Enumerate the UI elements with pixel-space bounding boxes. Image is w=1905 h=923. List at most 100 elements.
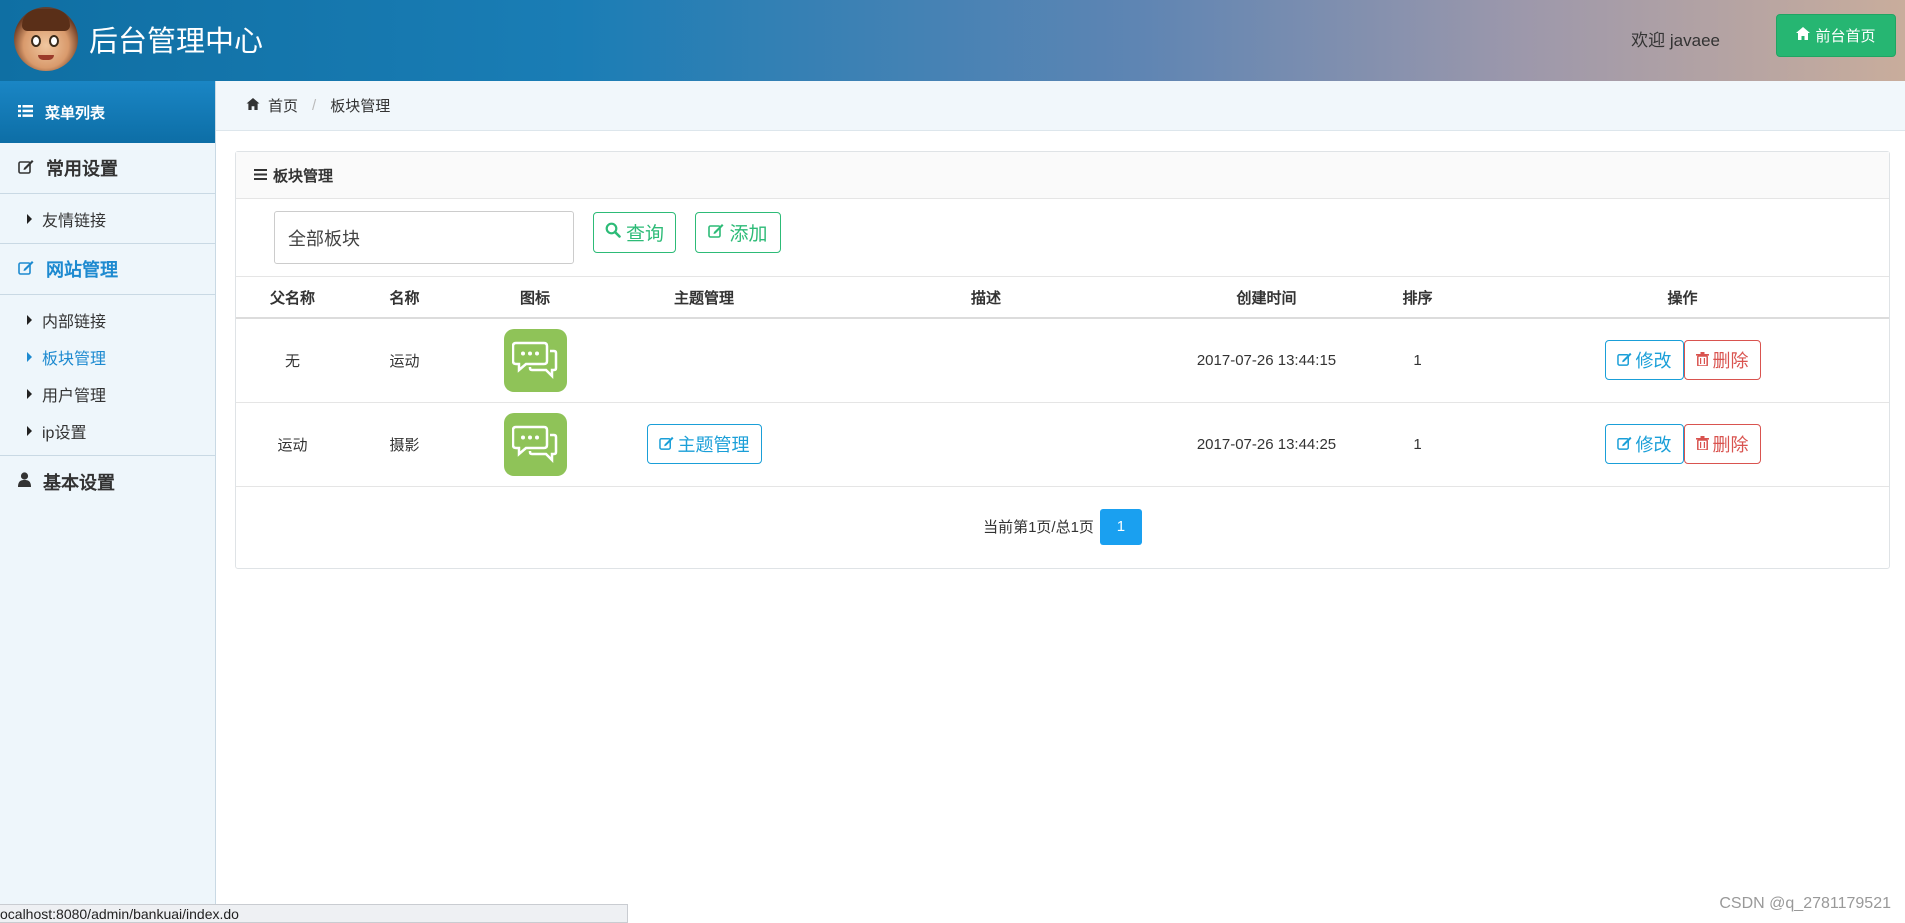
edit-icon [18, 259, 34, 280]
sidebar-item-friend-links[interactable]: 友情链接 [0, 200, 215, 237]
breadcrumb: 首页 / 板块管理 [216, 81, 1905, 131]
sidebar-group-label: 常用设置 [46, 159, 118, 179]
cell-parent: 运动 [236, 402, 349, 487]
delete-button-label: 删除 [1712, 351, 1749, 372]
caret-right-icon [27, 213, 32, 224]
watermark: CSDN @q_2781179521 [1719, 895, 1891, 912]
topic-management-button[interactable]: 主题管理 [646, 424, 762, 464]
panel-title: 板块管理 [273, 167, 334, 185]
cell-parent: 无 [236, 318, 349, 403]
breadcrumb-separator: / [312, 97, 317, 114]
caret-right-icon [27, 425, 32, 436]
breadcrumb-current: 板块管理 [330, 98, 391, 115]
caret-right-icon [27, 351, 32, 362]
app-title: 后台管理中心 [89, 26, 264, 58]
browser-status-url: ocalhost:8080/admin/bankuai/index.do [0, 904, 628, 923]
sidebar-item-board-management[interactable]: 板块管理 [0, 338, 215, 375]
sidebar-sublist-site: 内部链接 板块管理 用户管理 ip设置 [0, 295, 215, 456]
board-filter-select[interactable]: 全部板块 [274, 211, 574, 264]
filter-toolbar: 全部板块 查询 添加 [236, 199, 1889, 277]
breadcrumb-home-link[interactable]: 首页 [268, 95, 298, 116]
home-icon [246, 97, 260, 114]
table-row: 无 运动 2017-07-26 13:44:15 1 修改 删除 [236, 318, 1889, 403]
sidebar-item-user-management[interactable]: 用户管理 [0, 375, 215, 412]
sidebar-group-site[interactable]: 网站管理 [0, 244, 215, 295]
caret-right-icon [27, 314, 32, 325]
cell-name: 摄影 [349, 402, 460, 487]
cell-created: 2017-07-26 13:44:15 [1174, 318, 1359, 403]
pagination: 当前第1页/总1页 1 [236, 487, 1889, 567]
cell-desc [798, 318, 1174, 403]
edit-icon [18, 158, 34, 179]
sidebar-item-label: 友情链接 [42, 212, 107, 230]
sidebar-group-basic[interactable]: 基本设置 [0, 456, 215, 507]
table-header-row: 父名称 名称 图标 主题管理 描述 创建时间 排序 操作 [236, 277, 1889, 319]
cell-topic: 主题管理 [610, 402, 798, 487]
column-header: 操作 [1476, 277, 1889, 319]
cell-ops: 修改 删除 [1476, 402, 1889, 487]
sidebar: 菜单列表 常用设置 友情链接 网站管理 内部链接 板块管理 用户管理 ip设置 … [0, 81, 216, 923]
cell-icon [460, 318, 610, 403]
cell-topic [610, 318, 798, 403]
cell-order: 1 [1359, 318, 1476, 403]
caret-right-icon [27, 388, 32, 399]
sidebar-item-label: 用户管理 [42, 387, 107, 405]
page-number-button[interactable]: 1 [1099, 508, 1142, 545]
column-header: 创建时间 [1174, 277, 1359, 319]
sidebar-group-common[interactable]: 常用设置 [0, 143, 215, 194]
board-table: 父名称 名称 图标 主题管理 描述 创建时间 排序 操作 无 运动 2017-0… [236, 277, 1889, 487]
edit-icon [658, 434, 674, 455]
panel-header: 板块管理 [236, 152, 1889, 199]
frontend-home-button[interactable]: 前台首页 [1776, 14, 1896, 57]
add-button-label: 添加 [729, 224, 768, 245]
user-icon [18, 471, 31, 492]
cell-icon [460, 402, 610, 487]
trash-icon [1695, 434, 1709, 455]
sidebar-item-internal-links[interactable]: 内部链接 [0, 301, 215, 338]
delete-button[interactable]: 删除 [1683, 340, 1761, 381]
sidebar-item-label: ip设置 [42, 424, 87, 442]
menu-header: 菜单列表 [0, 81, 215, 143]
cell-order: 1 [1359, 402, 1476, 487]
chat-bubble-icon [503, 412, 567, 476]
edit-button-label: 修改 [1635, 351, 1672, 372]
edit-icon [1616, 434, 1632, 455]
column-header: 名称 [349, 277, 460, 319]
bars-icon [254, 167, 267, 184]
search-icon [605, 222, 621, 244]
welcome-text: 欢迎 javaee [1631, 31, 1720, 50]
sidebar-item-label: 板块管理 [42, 350, 107, 368]
sidebar-group-label: 网站管理 [46, 260, 118, 280]
edit-icon [1616, 350, 1632, 371]
list-icon [18, 104, 33, 121]
top-header: 后台管理中心 欢迎 javaee 前台首页 [0, 0, 1905, 81]
column-header: 图标 [460, 277, 610, 319]
chat-bubble-icon [503, 328, 567, 392]
page-info: 当前第1页/总1页 [983, 519, 1094, 536]
cell-desc [798, 402, 1174, 487]
sidebar-group-label: 基本设置 [43, 472, 115, 493]
trash-icon [1695, 350, 1709, 371]
cell-created: 2017-07-26 13:44:25 [1174, 402, 1359, 487]
sidebar-item-label: 内部链接 [42, 313, 107, 331]
board-panel: 板块管理 全部板块 查询 添加 父名称 名称 图标 主题管理 描述 创建时间 排… [235, 151, 1890, 569]
edit-button[interactable]: 修改 [1604, 424, 1684, 464]
table-row: 运动 摄影 主题管理 2017-07-26 13:44:25 1 修改 删除 [236, 402, 1889, 487]
edit-button[interactable]: 修改 [1604, 340, 1684, 381]
cell-name: 运动 [349, 318, 460, 403]
home-button-label: 前台首页 [1815, 28, 1876, 45]
menu-title: 菜单列表 [45, 104, 106, 122]
sidebar-item-ip-settings[interactable]: ip设置 [0, 412, 215, 449]
column-header: 描述 [798, 277, 1174, 319]
cell-ops: 修改 删除 [1476, 318, 1889, 403]
column-header: 主题管理 [610, 277, 798, 319]
edit-icon [708, 222, 724, 244]
query-button-label: 查询 [625, 224, 664, 245]
query-button[interactable]: 查询 [593, 212, 676, 253]
edit-button-label: 修改 [1635, 435, 1672, 455]
add-button[interactable]: 添加 [695, 212, 781, 253]
sidebar-sublist-common: 友情链接 [0, 194, 215, 244]
delete-button-label: 删除 [1712, 435, 1749, 455]
column-header: 父名称 [236, 277, 349, 319]
delete-button[interactable]: 删除 [1683, 424, 1761, 464]
